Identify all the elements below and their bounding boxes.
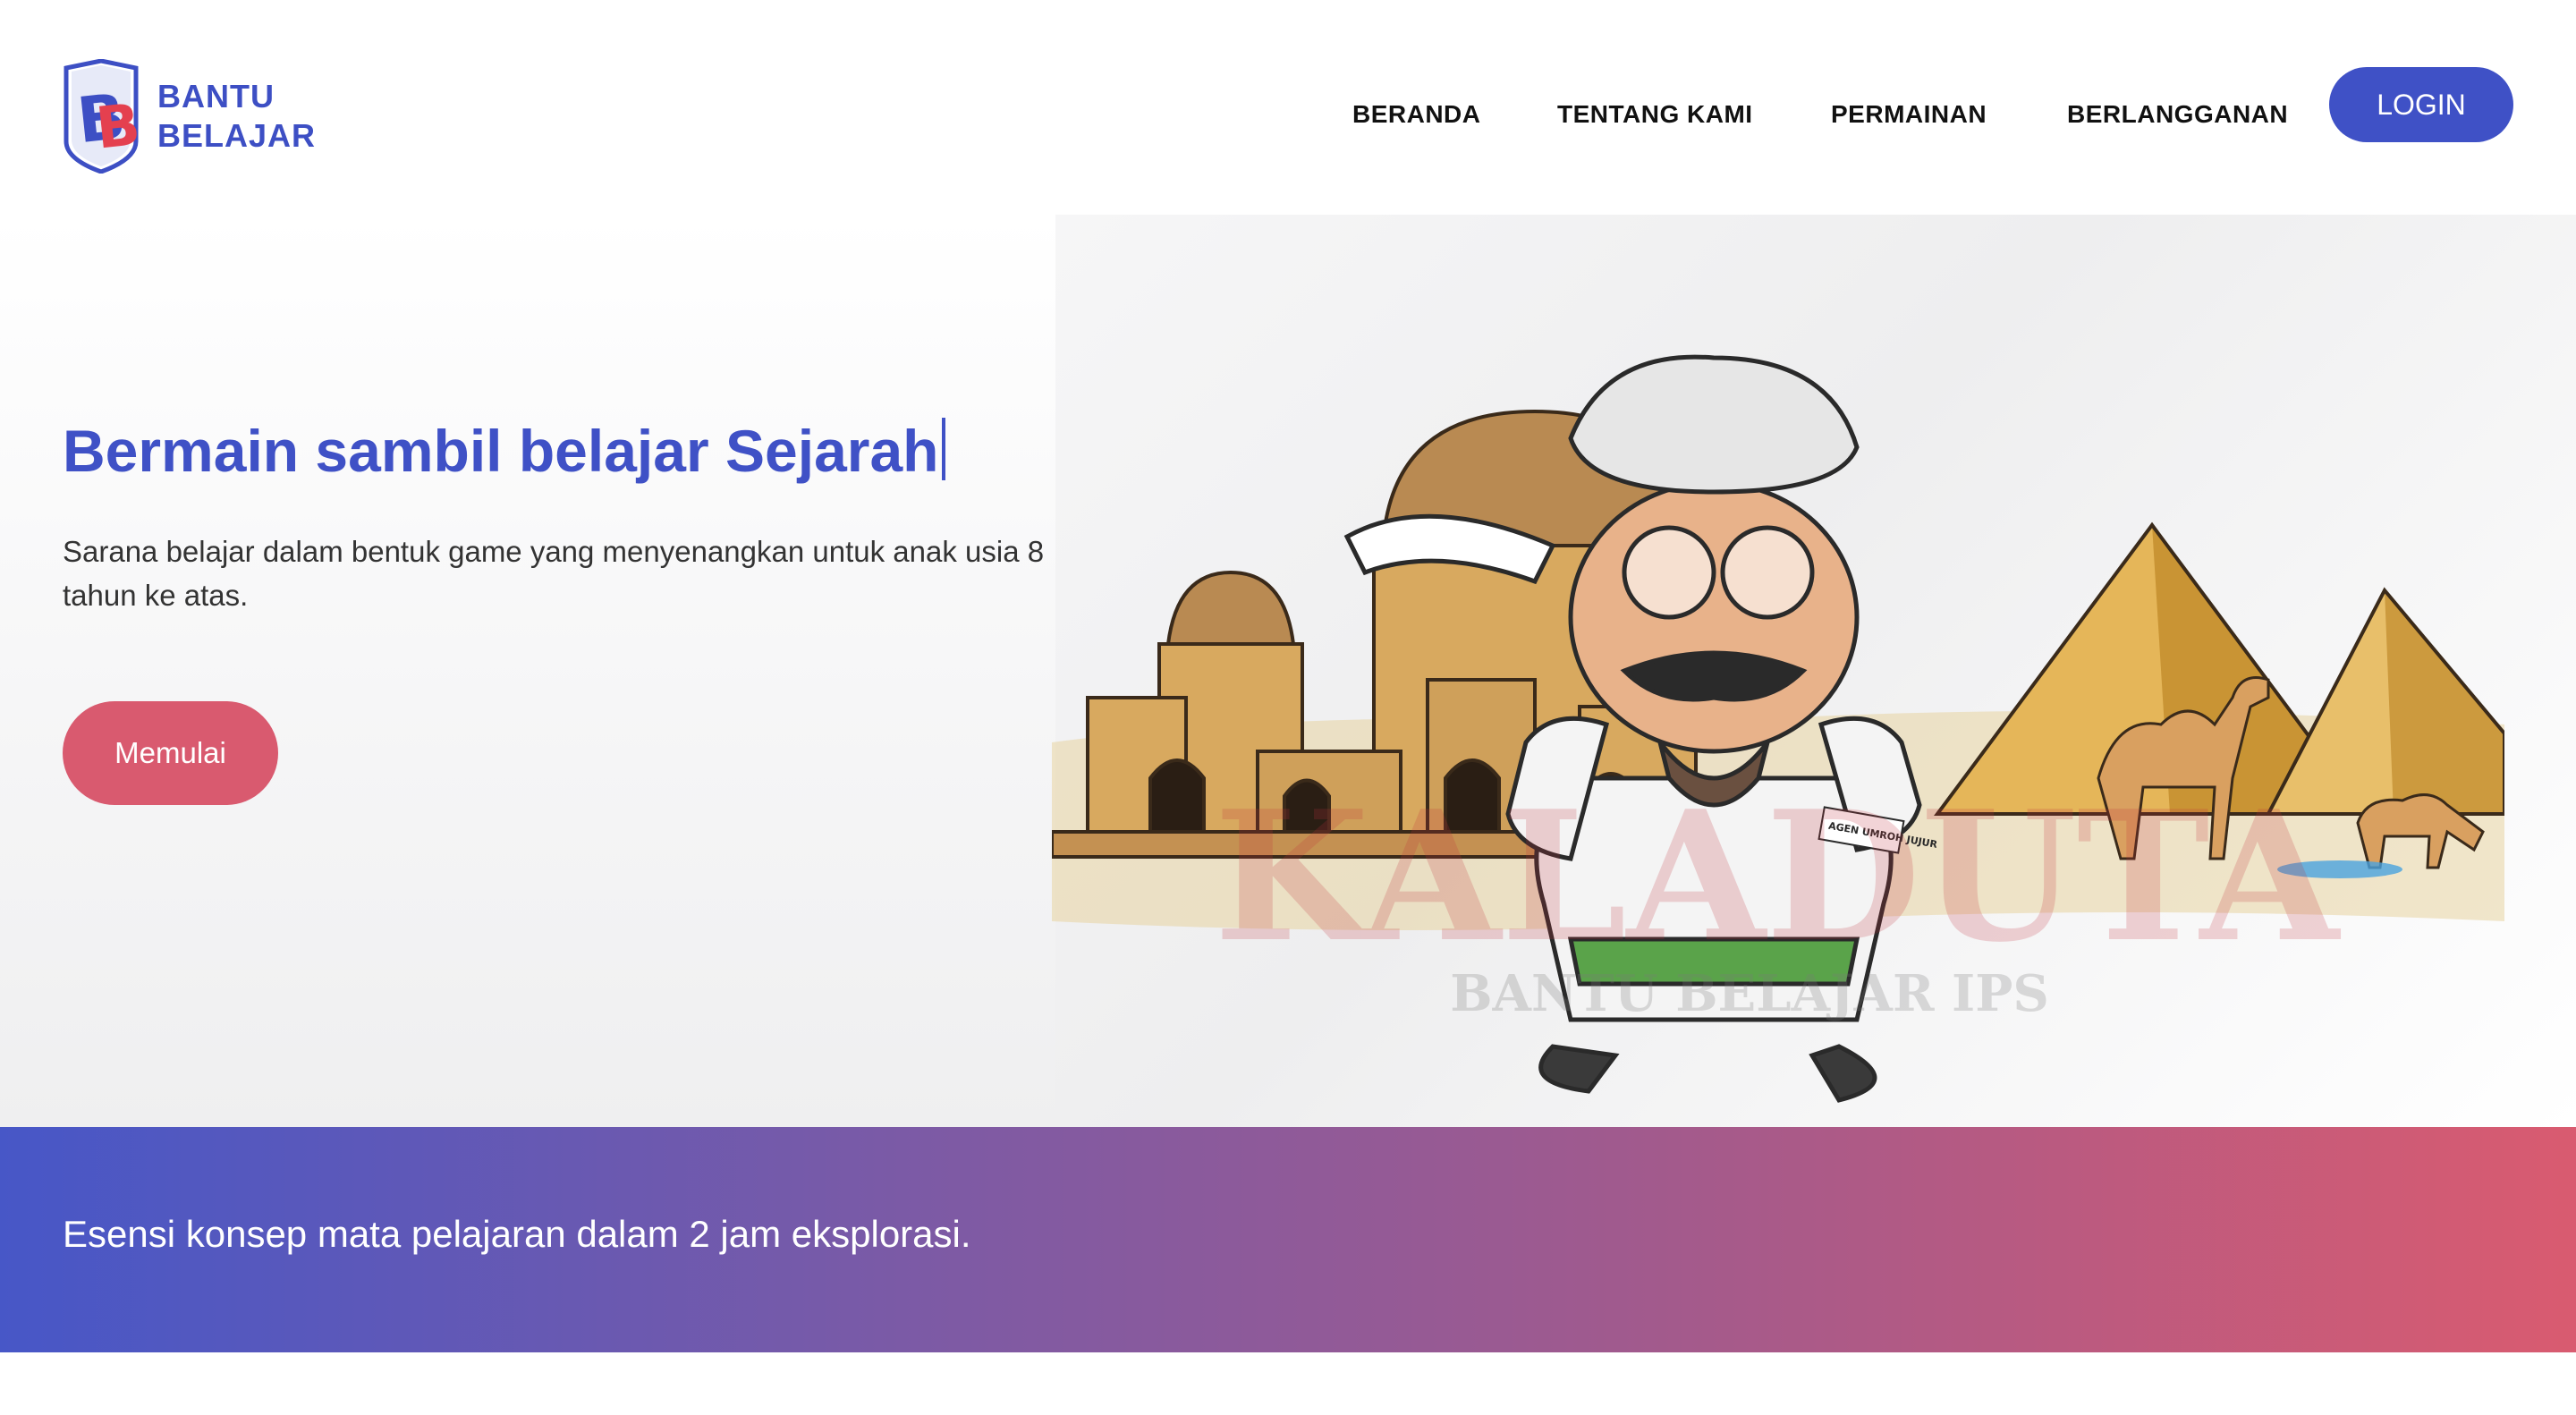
brand-name-line2: BELAJAR — [157, 117, 317, 154]
svg-text:B: B — [93, 92, 140, 163]
hero-title-highlight: Sejarah — [725, 418, 939, 484]
brand-logo[interactable]: B B BANTU BELAJAR — [63, 59, 316, 174]
login-button[interactable]: LOGIN — [2329, 67, 2513, 142]
nav-item-beranda[interactable]: BERANDA — [1352, 100, 1481, 129]
hero-left-background — [0, 215, 1055, 1127]
nav-item-berlangganan[interactable]: BERLANGGANAN — [2067, 100, 2288, 129]
watermark-main: KALADUTA — [1214, 772, 2341, 982]
banner-text: Esensi konsep mata pelajaran dalam 2 jam… — [63, 1213, 971, 1255]
feature-banner: Esensi konsep mata pelajaran dalam 2 jam… — [0, 1127, 2576, 1352]
page-bottom-gap — [0, 1352, 2576, 1415]
typing-cursor — [942, 418, 946, 480]
hero-title-prefix: Bermain sambil belajar — [63, 418, 725, 484]
watermark-sub: BANTU BELAJAR IPS — [1450, 964, 2049, 1023]
nav-item-tentang-kami[interactable]: TENTANG KAMI — [1557, 100, 1753, 129]
hero-title: Bermain sambil belajar Sejarah — [63, 417, 946, 485]
nav-item-permainan[interactable]: PERMAINAN — [1831, 100, 1987, 129]
site-header: B B BANTU BELAJAR BERANDA TENTANG KAMI P… — [0, 0, 2576, 215]
hero-description: Sarana belajar dalam bentuk game yang me… — [63, 535, 1045, 612]
brand-name: BANTU BELAJAR — [157, 77, 316, 156]
hero-section: Bermain sambil belajar Sejarah Sarana be… — [0, 215, 2576, 1127]
hero-illustration: AGEN UMROH JUJUR KALADUTA BANTU BELAJAR … — [1052, 354, 2504, 1103]
brand-name-line1: BANTU — [157, 78, 275, 114]
start-button[interactable]: Memulai — [63, 701, 278, 805]
bb-shield-logo-icon: B B — [64, 59, 140, 174]
